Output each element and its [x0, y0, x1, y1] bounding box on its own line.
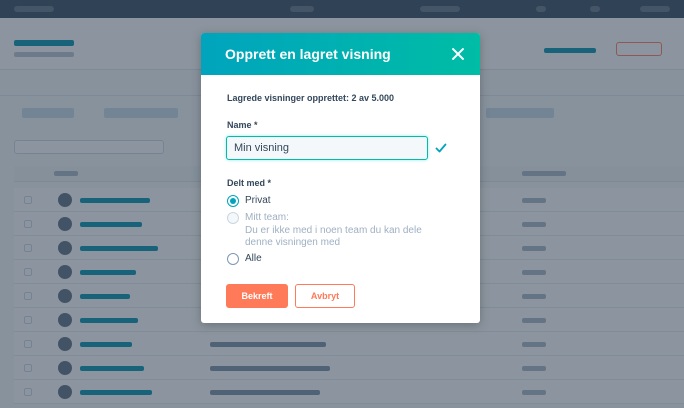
close-icon[interactable] [448, 44, 468, 64]
view-name-input[interactable] [226, 136, 428, 160]
name-label: Name * [227, 120, 258, 130]
my-team-hint-line-1: Du er ikke med i noen team du kan dele [245, 224, 422, 236]
cancel-button[interactable]: Avbryt [295, 284, 355, 308]
radio-everyone-label[interactable]: Alle [245, 253, 262, 266]
radio-my-team-label: Mitt team: [245, 212, 289, 223]
my-team-hint-line-2: denne visningen med [245, 237, 341, 248]
saved-views-counter: Lagrede visninger opprettet: 2 av 5.000 [227, 93, 395, 103]
dialog-title: Opprett en lagret visning [225, 46, 391, 62]
radio-my-team[interactable] [227, 212, 239, 224]
create-saved-view-dialog: Opprett en lagret visning Lagrede visnin… [201, 33, 480, 323]
radio-everyone[interactable] [227, 253, 239, 265]
shared-with-label: Delt med * [227, 178, 272, 188]
checkmark-icon [435, 143, 447, 153]
dialog-header: Opprett en lagret visning [201, 33, 480, 75]
radio-private-label[interactable]: Privat [245, 195, 271, 208]
radio-private[interactable] [227, 195, 239, 207]
confirm-button[interactable]: Bekreft [226, 284, 288, 308]
